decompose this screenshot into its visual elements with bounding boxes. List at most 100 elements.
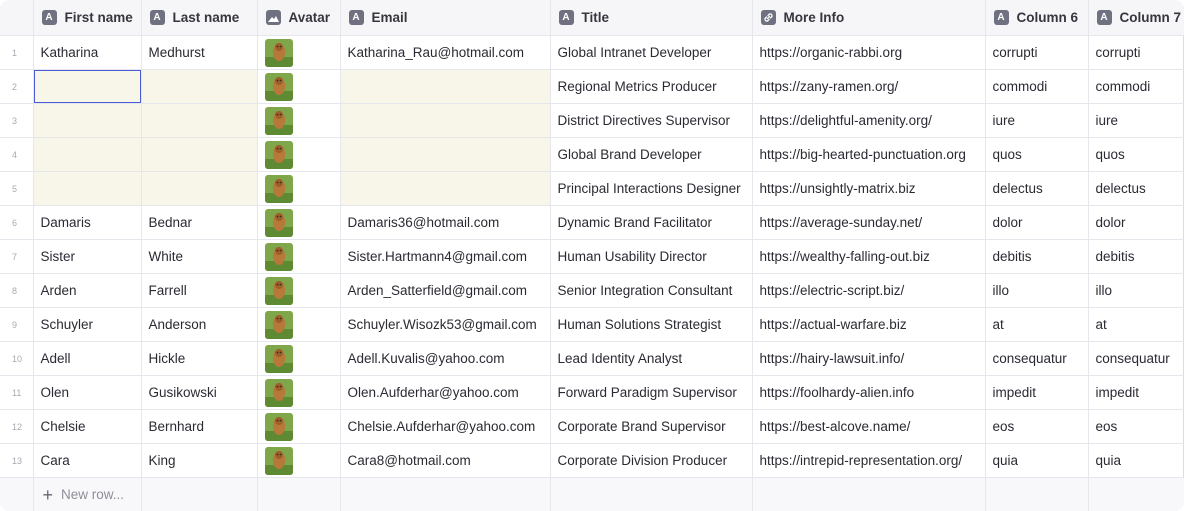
first-name-cell[interactable] (33, 69, 142, 104)
first-name-cell[interactable]: Chelsie (33, 409, 142, 444)
last-name-cell[interactable]: Anderson (141, 307, 258, 342)
last-name-cell[interactable]: Bernhard (141, 409, 258, 444)
last-name-cell[interactable] (141, 137, 258, 172)
avatar-cell[interactable] (257, 273, 341, 308)
more-info-cell[interactable]: https://electric-script.biz/ (752, 273, 986, 308)
table-row[interactable]: 1 Katharina Medhurst Katharina_Rau@hotmail.… (0, 35, 1184, 70)
table-row[interactable]: 7 Sister White Sister.Hartmann4@gmail.com Hu… (0, 239, 1184, 274)
avatar-cell[interactable] (257, 137, 341, 172)
title-cell[interactable]: Corporate Brand Supervisor (550, 409, 753, 444)
title-cell[interactable]: Global Brand Developer (550, 137, 753, 172)
more-info-cell[interactable]: https://unsightly-matrix.biz (752, 171, 986, 206)
title-cell[interactable]: Principal Interactions Designer (550, 171, 753, 206)
table-row[interactable]: 12 Chelsie Bernhard Chelsie.Aufderhar@yahoo… (0, 409, 1184, 444)
column-header-email[interactable]: A Email (340, 0, 551, 36)
column-6-cell[interactable]: illo (985, 273, 1089, 308)
avatar-cell[interactable] (257, 307, 341, 342)
first-name-cell[interactable] (33, 171, 142, 206)
more-info-cell[interactable]: https://organic-rabbi.org (752, 35, 986, 70)
title-cell[interactable]: District Directives Supervisor (550, 103, 753, 138)
last-name-cell[interactable]: White (141, 239, 258, 274)
title-cell[interactable]: Human Solutions Strategist (550, 307, 753, 342)
email-cell[interactable]: Damaris36@hotmail.com (340, 205, 551, 240)
last-name-cell[interactable] (141, 103, 258, 138)
column-7-cell[interactable]: at (1088, 307, 1184, 342)
column-7-cell[interactable]: impedit (1088, 375, 1184, 410)
column-7-cell[interactable]: corrupti (1088, 35, 1184, 70)
table-row[interactable]: 4 Global Brand Developer https://big-heart… (0, 137, 1184, 172)
last-name-cell[interactable]: Hickle (141, 341, 258, 376)
avatar-cell[interactable] (257, 35, 341, 70)
title-cell[interactable]: Senior Integration Consultant (550, 273, 753, 308)
email-cell[interactable]: Adell.Kuvalis@yahoo.com (340, 341, 551, 376)
more-info-cell[interactable]: https://best-alcove.name/ (752, 409, 986, 444)
email-cell[interactable] (340, 137, 551, 172)
email-cell[interactable] (340, 171, 551, 206)
first-name-cell[interactable]: Katharina (33, 35, 142, 70)
email-cell[interactable]: Arden_Satterfield@gmail.com (340, 273, 551, 308)
column-7-cell[interactable]: illo (1088, 273, 1184, 308)
column-7-cell[interactable]: debitis (1088, 239, 1184, 274)
column-header-column-7[interactable]: A Column 7 (1088, 0, 1184, 36)
title-cell[interactable]: Corporate Division Producer (550, 443, 753, 478)
email-cell[interactable] (340, 69, 551, 104)
column-header-title[interactable]: A Title (550, 0, 753, 36)
title-cell[interactable]: Dynamic Brand Facilitator (550, 205, 753, 240)
last-name-cell[interactable] (141, 171, 258, 206)
more-info-cell[interactable]: https://wealthy-falling-out.biz (752, 239, 986, 274)
more-info-cell[interactable]: https://average-sunday.net/ (752, 205, 986, 240)
last-name-cell[interactable] (141, 69, 258, 104)
title-cell[interactable]: Lead Identity Analyst (550, 341, 753, 376)
column-6-cell[interactable]: impedit (985, 375, 1089, 410)
email-cell[interactable] (340, 103, 551, 138)
avatar-cell[interactable] (257, 69, 341, 104)
avatar-cell[interactable] (257, 239, 341, 274)
table-row[interactable]: 6 Damaris Bednar Damaris36@hotmail.com Dynam… (0, 205, 1184, 240)
more-info-cell[interactable]: https://foolhardy-alien.info (752, 375, 986, 410)
title-cell[interactable]: Regional Metrics Producer (550, 69, 753, 104)
column-header-more-info[interactable]: More Info (752, 0, 986, 36)
email-cell[interactable]: Chelsie.Aufderhar@yahoo.com (340, 409, 551, 444)
avatar-cell[interactable] (257, 409, 341, 444)
column-header-column-6[interactable]: A Column 6 (985, 0, 1089, 36)
table-row[interactable]: 10 Adell Hickle Adell.Kuvalis@yahoo.com Lead… (0, 341, 1184, 376)
column-7-cell[interactable]: iure (1088, 103, 1184, 138)
avatar-cell[interactable] (257, 341, 341, 376)
email-cell[interactable]: Cara8@hotmail.com (340, 443, 551, 478)
column-6-cell[interactable]: eos (985, 409, 1089, 444)
title-cell[interactable]: Human Usability Director (550, 239, 753, 274)
first-name-cell[interactable]: Adell (33, 341, 142, 376)
more-info-cell[interactable]: https://zany-ramen.org/ (752, 69, 986, 104)
email-cell[interactable]: Katharina_Rau@hotmail.com (340, 35, 551, 70)
column-7-cell[interactable]: commodi (1088, 69, 1184, 104)
avatar-cell[interactable] (257, 375, 341, 410)
column-6-cell[interactable]: quia (985, 443, 1089, 478)
column-6-cell[interactable]: quos (985, 137, 1089, 172)
first-name-cell[interactable]: Damaris (33, 205, 142, 240)
table-row[interactable]: 11 Olen Gusikowski Olen.Aufderhar@yahoo.com… (0, 375, 1184, 410)
column-header-last-name[interactable]: A Last name (141, 0, 258, 36)
new-row-button[interactable]: + New row... (33, 477, 142, 511)
avatar-cell[interactable] (257, 443, 341, 478)
column-7-cell[interactable]: eos (1088, 409, 1184, 444)
column-6-cell[interactable]: debitis (985, 239, 1089, 274)
table-row[interactable]: 8 Arden Farrell Arden_Satterfield@gmail.com… (0, 273, 1184, 308)
column-6-cell[interactable]: commodi (985, 69, 1089, 104)
more-info-cell[interactable]: https://hairy-lawsuit.info/ (752, 341, 986, 376)
more-info-cell[interactable]: https://intrepid-representation.org/ (752, 443, 986, 478)
first-name-cell[interactable] (33, 103, 142, 138)
email-cell[interactable]: Schuyler.Wisozk53@gmail.com (340, 307, 551, 342)
column-6-cell[interactable]: corrupti (985, 35, 1089, 70)
column-6-cell[interactable]: at (985, 307, 1089, 342)
last-name-cell[interactable]: Farrell (141, 273, 258, 308)
column-6-cell[interactable]: delectus (985, 171, 1089, 206)
more-info-cell[interactable]: https://delightful-amenity.org/ (752, 103, 986, 138)
avatar-cell[interactable] (257, 103, 341, 138)
first-name-cell[interactable]: Arden (33, 273, 142, 308)
table-row[interactable]: 2 Regional Metrics Producer https://zany-r… (0, 69, 1184, 104)
first-name-cell[interactable]: Olen (33, 375, 142, 410)
column-7-cell[interactable]: dolor (1088, 205, 1184, 240)
email-cell[interactable]: Olen.Aufderhar@yahoo.com (340, 375, 551, 410)
column-7-cell[interactable]: quos (1088, 137, 1184, 172)
email-cell[interactable]: Sister.Hartmann4@gmail.com (340, 239, 551, 274)
